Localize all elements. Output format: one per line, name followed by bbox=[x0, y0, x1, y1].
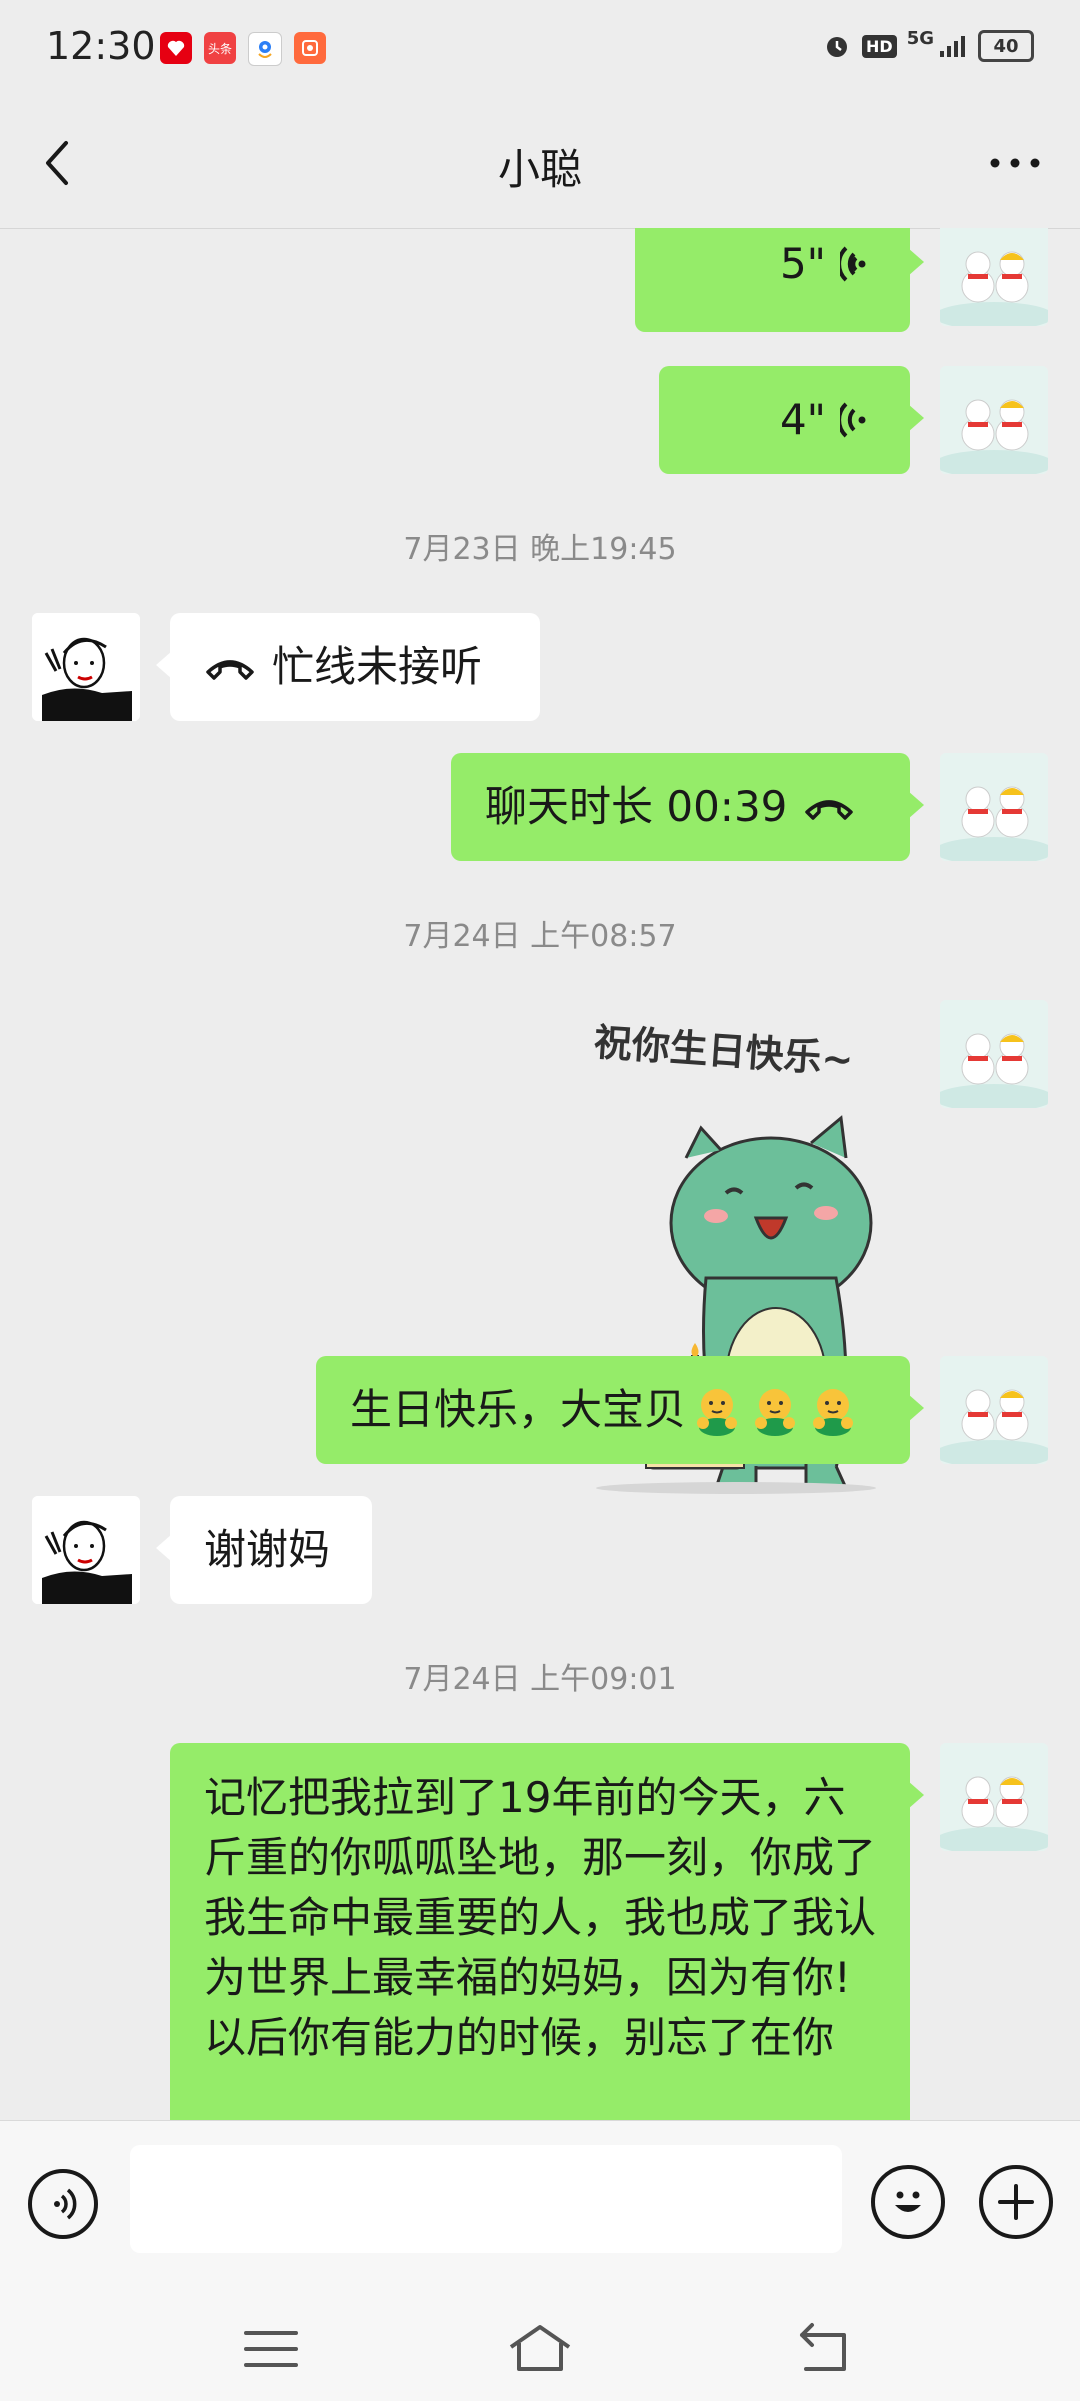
phone-hangup-icon bbox=[206, 660, 254, 680]
hd-badge: HD bbox=[862, 34, 897, 58]
alarm-icon bbox=[827, 37, 848, 57]
voice-wave-icon bbox=[840, 402, 866, 438]
chat-message-list[interactable]: 5" 4" 7月23日 晚上19:45 忙线未接听 聊天时长 00:39 7月2… bbox=[0, 228, 1080, 2120]
status-indicators: HD 5G 40 bbox=[822, 27, 1034, 62]
voice-duration: 5" bbox=[779, 239, 826, 288]
thanks-message[interactable]: 谢谢妈 bbox=[156, 1496, 372, 1604]
phone-hangup-icon bbox=[805, 800, 854, 820]
voice-message[interactable]: 4" bbox=[659, 366, 924, 474]
network-label: 5G bbox=[906, 27, 934, 49]
long-message[interactable]: 记忆把我拉到了19年前的今天，六斤重的你呱呱坠地，那一刻，你成了我生命中最重要的… bbox=[170, 1743, 924, 2120]
plus-icon bbox=[998, 2184, 1034, 2220]
sticker-caption: 祝你生日快乐~ bbox=[592, 1019, 855, 1083]
timestamp: 7月24日 上午08:57 bbox=[403, 919, 677, 954]
birthday-sticker[interactable]: 祝你生日快乐~ bbox=[586, 998, 910, 1548]
birthday-text: 生日快乐，大宝贝 bbox=[350, 1385, 687, 1434]
timestamp: 7月24日 上午09:01 bbox=[403, 1662, 677, 1697]
call-duration-text: 聊天时长 00:39 bbox=[485, 782, 788, 831]
voice-wave-icon bbox=[840, 246, 866, 282]
hug-emoji-icon bbox=[697, 1389, 738, 1436]
call-duration-message[interactable]: 聊天时长 00:39 bbox=[451, 753, 924, 861]
contact-avatar[interactable] bbox=[32, 1496, 140, 1604]
home-nav-icon[interactable] bbox=[505, 2319, 575, 2379]
chat-title: 小聪 bbox=[497, 145, 582, 194]
contact-avatar[interactable] bbox=[32, 613, 140, 721]
status-app-icons: 头条 bbox=[160, 32, 326, 66]
thanks-text: 谢谢妈 bbox=[204, 1525, 331, 1574]
voice-input-button[interactable] bbox=[28, 2169, 98, 2239]
more-options-icon[interactable] bbox=[980, 133, 1050, 193]
birthday-message[interactable]: 生日快乐，大宝贝 bbox=[316, 1356, 924, 1464]
hug-emoji-icon bbox=[813, 1389, 854, 1436]
back-nav-icon[interactable] bbox=[786, 2319, 856, 2379]
smiley-icon bbox=[895, 2191, 921, 2212]
timestamp: 7月23日 晚上19:45 bbox=[403, 532, 677, 567]
missed-call-text: 忙线未接听 bbox=[272, 642, 483, 691]
red-app-icon bbox=[160, 32, 192, 64]
missed-call-message[interactable]: 忙线未接听 bbox=[156, 613, 540, 721]
battery-icon: 40 bbox=[978, 30, 1034, 62]
status-bar: 12:30 头条 HD 5G 40 bbox=[0, 0, 1080, 98]
voice-duration: 4" bbox=[779, 395, 826, 444]
hug-emoji-icon bbox=[755, 1389, 796, 1436]
voice-icon bbox=[54, 2188, 77, 2220]
status-time: 12:30 bbox=[46, 24, 156, 68]
input-bar bbox=[0, 2120, 1080, 2401]
my-avatar[interactable] bbox=[940, 1356, 1048, 1464]
toutiao-icon: 头条 bbox=[204, 32, 236, 64]
voice-message[interactable]: 5" bbox=[635, 228, 924, 332]
my-avatar[interactable] bbox=[940, 366, 1048, 474]
add-more-button[interactable] bbox=[979, 2165, 1053, 2239]
my-avatar[interactable] bbox=[940, 1000, 1048, 1108]
message-input[interactable] bbox=[130, 2145, 842, 2253]
emoji-button[interactable] bbox=[871, 2165, 945, 2239]
my-avatar[interactable] bbox=[940, 753, 1048, 861]
orange-app-icon bbox=[294, 32, 326, 64]
location-app-icon bbox=[248, 32, 282, 66]
chat-header: 小聪 bbox=[0, 98, 1080, 229]
my-avatar[interactable] bbox=[940, 1743, 1048, 1851]
dinosaur-cake-illustration bbox=[596, 1115, 876, 1494]
menu-nav-icon[interactable] bbox=[236, 2319, 306, 2379]
signal-icon bbox=[940, 36, 965, 57]
my-avatar[interactable] bbox=[940, 228, 1048, 326]
